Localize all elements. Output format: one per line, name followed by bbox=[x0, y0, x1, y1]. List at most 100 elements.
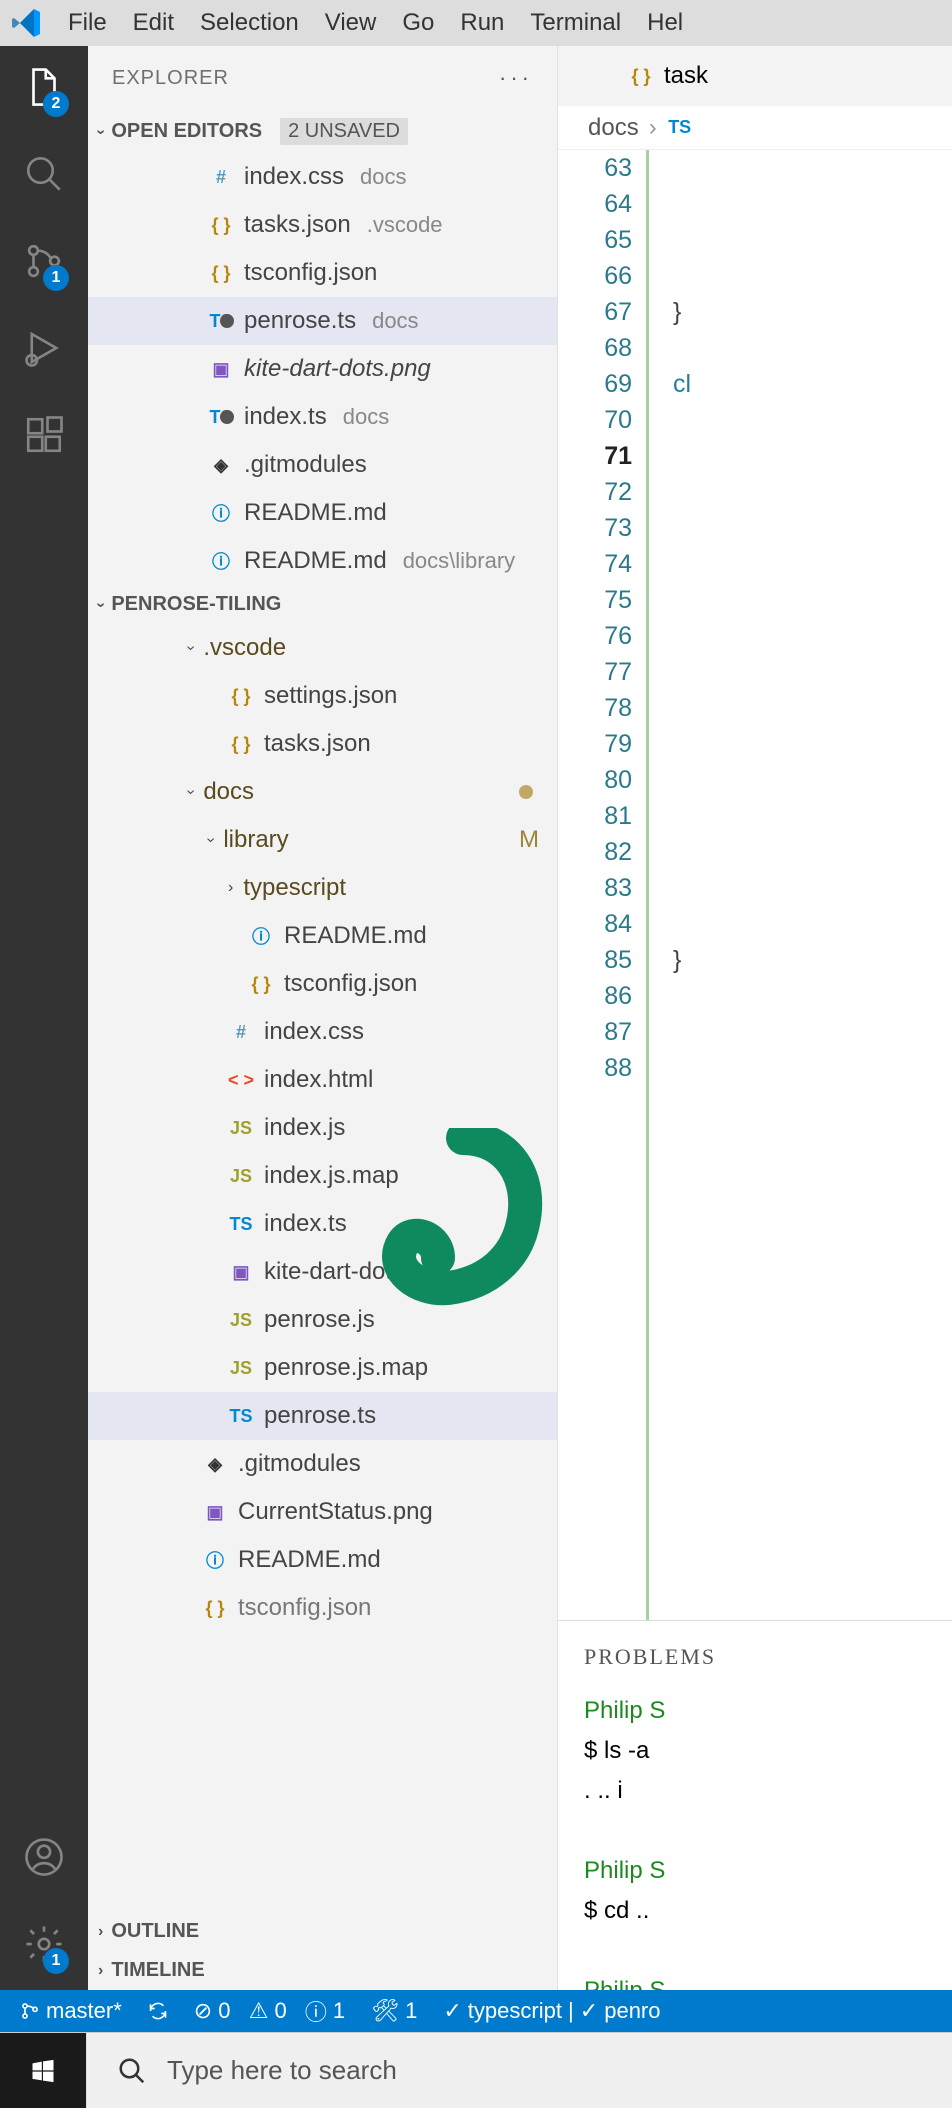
file-penrose.ts[interactable]: TSpenrose.ts bbox=[88, 1392, 557, 1440]
file-name: settings.json bbox=[264, 682, 397, 710]
status-language[interactable]: ✓ typescript | ✓ penro bbox=[443, 1998, 660, 2024]
file-path-suffix: .vscode bbox=[367, 212, 443, 238]
file-name: tsconfig.json bbox=[284, 970, 417, 998]
file-index.js[interactable]: JSindex.js bbox=[88, 1104, 557, 1152]
file-index.js.map[interactable]: JSindex.js.map bbox=[88, 1152, 557, 1200]
activity-bar: 2 1 1 bbox=[0, 46, 88, 1990]
chevron-down-icon: › bbox=[202, 837, 220, 842]
info-icon: ⓘ bbox=[202, 1547, 228, 1573]
open-editor-item[interactable]: ⓘREADME.md bbox=[88, 489, 557, 537]
file-tasks.json[interactable]: { }tasks.json bbox=[88, 720, 557, 768]
folder-.vscode[interactable]: ›.vscode bbox=[88, 624, 557, 672]
git-icon: ◈ bbox=[208, 455, 234, 476]
terminal-line: $ cd .. bbox=[584, 1891, 926, 1931]
file-CurrentStatus.png[interactable]: ▣CurrentStatus.png bbox=[88, 1488, 557, 1536]
menu-go[interactable]: Go bbox=[402, 9, 434, 37]
menu-selection[interactable]: Selection bbox=[200, 9, 299, 37]
ts-icon: TS bbox=[228, 1214, 254, 1235]
outline-header[interactable]: › OUTLINE bbox=[88, 1912, 557, 1951]
code-body[interactable]: } cl } bbox=[646, 150, 952, 1620]
menu-edit[interactable]: Edit bbox=[133, 9, 174, 37]
scm-badge: 1 bbox=[43, 265, 69, 291]
folder-library[interactable]: ›libraryM bbox=[88, 816, 557, 864]
open-editor-item[interactable]: { }tsconfig.json bbox=[88, 249, 557, 297]
file-name: README.md bbox=[244, 547, 387, 575]
status-sync[interactable] bbox=[148, 2001, 168, 2021]
breadcrumb-folder[interactable]: docs bbox=[588, 114, 639, 142]
file-index.css[interactable]: #index.css bbox=[88, 1008, 557, 1056]
file-name: kite-dart-dots.png bbox=[264, 1258, 451, 1286]
run-debug-icon[interactable] bbox=[23, 327, 65, 374]
menu-terminal[interactable]: Terminal bbox=[530, 9, 621, 37]
file-name: tasks.json bbox=[244, 211, 351, 239]
search-icon[interactable] bbox=[23, 153, 65, 200]
status-problems[interactable]: ⊘ 0 ⚠ 0 ⓘ 1 bbox=[194, 1995, 345, 2027]
menu-view[interactable]: View bbox=[325, 9, 377, 37]
info-icon: ⓘ bbox=[208, 548, 234, 574]
terminal-title[interactable]: PROBLEMS bbox=[584, 1637, 926, 1677]
file-path-suffix: docs bbox=[343, 404, 389, 430]
account-icon[interactable] bbox=[23, 1836, 65, 1883]
open-editor-item[interactable]: #index.cssdocs bbox=[88, 153, 557, 201]
menu-run[interactable]: Run bbox=[460, 9, 504, 37]
terminal-line bbox=[584, 1811, 926, 1851]
file-name: tsconfig.json bbox=[238, 1594, 371, 1622]
folder-docs[interactable]: ›docs bbox=[88, 768, 557, 816]
file-index.html[interactable]: < >index.html bbox=[88, 1056, 557, 1104]
file-tsconfig.json[interactable]: { }tsconfig.json bbox=[88, 960, 557, 1008]
line-gutter: 6364656667686970717273747576777879808182… bbox=[558, 150, 646, 1620]
explorer-sidebar: EXPLORER ··· › OPEN EDITORS 2 UNSAVED #i… bbox=[88, 46, 558, 1990]
file-kite-dart-dots.png[interactable]: ▣kite-dart-dots.png bbox=[88, 1248, 557, 1296]
dirty-dot-icon bbox=[220, 410, 234, 424]
file-name: README.md bbox=[244, 499, 387, 527]
status-branch[interactable]: master* bbox=[20, 1998, 122, 2024]
terminal-panel[interactable]: PROBLEMS Philip S$ ls -a. .. i Philip S$… bbox=[558, 1620, 952, 1990]
file-name: penrose.js bbox=[264, 1306, 375, 1334]
menu-file[interactable]: File bbox=[68, 9, 107, 37]
breadcrumb[interactable]: docs › TS bbox=[558, 106, 952, 150]
file-settings.json[interactable]: { }settings.json bbox=[88, 672, 557, 720]
file-name: README.md bbox=[238, 1546, 381, 1574]
file-README.md[interactable]: ⓘREADME.md bbox=[88, 912, 557, 960]
tab-label[interactable]: task bbox=[664, 62, 708, 90]
open-editor-item[interactable]: TSindex.tsdocs bbox=[88, 393, 557, 441]
open-editor-item[interactable]: TSpenrose.tsdocs bbox=[88, 297, 557, 345]
open-editors-header[interactable]: › OPEN EDITORS 2 UNSAVED bbox=[88, 110, 557, 153]
folder-name: .vscode bbox=[203, 634, 286, 662]
file-penrose.js.map[interactable]: JSpenrose.js.map bbox=[88, 1344, 557, 1392]
open-editor-item[interactable]: ◈.gitmodules bbox=[88, 441, 557, 489]
chevron-right-icon: › bbox=[649, 114, 657, 142]
json-icon: { } bbox=[628, 66, 654, 87]
chevron-down-icon: › bbox=[182, 645, 200, 650]
open-editor-item[interactable]: { }tasks.json.vscode bbox=[88, 201, 557, 249]
file-name: penrose.ts bbox=[244, 307, 356, 335]
status-tools[interactable]: 🛠 1 bbox=[371, 1998, 417, 2024]
timeline-header[interactable]: › TIMELINE bbox=[88, 1951, 557, 1990]
windows-start-button[interactable] bbox=[0, 2033, 86, 2108]
open-editor-item[interactable]: ▣ kite-dart-dots.png bbox=[88, 345, 557, 393]
json-icon: { } bbox=[228, 734, 254, 755]
folder-typescript[interactable]: ›typescript bbox=[88, 864, 557, 912]
js-icon: JS bbox=[228, 1118, 254, 1139]
file-tsconfig.json[interactable]: { }tsconfig.json bbox=[88, 1584, 557, 1632]
file-penrose.js[interactable]: JSpenrose.js bbox=[88, 1296, 557, 1344]
file-README.md[interactable]: ⓘ README.md bbox=[88, 1536, 557, 1584]
editor-tabs[interactable]: { } task bbox=[558, 46, 952, 106]
taskbar-search[interactable]: Type here to search bbox=[86, 2033, 952, 2108]
explorer-icon[interactable]: 2 bbox=[23, 66, 65, 113]
timeline-label: TIMELINE bbox=[111, 1959, 204, 1982]
extensions-icon[interactable] bbox=[23, 414, 65, 461]
file-index.ts[interactable]: TSindex.ts bbox=[88, 1200, 557, 1248]
explorer-more-icon[interactable]: ··· bbox=[499, 65, 533, 91]
img-icon: ▣ bbox=[208, 359, 234, 380]
file-name: README.md bbox=[284, 922, 427, 950]
file-name: kite-dart-dots.png bbox=[244, 355, 431, 383]
file-path-suffix: docs bbox=[360, 164, 406, 190]
file-.gitmodules[interactable]: ◈.gitmodules bbox=[88, 1440, 557, 1488]
file-name: .gitmodules bbox=[238, 1450, 361, 1478]
settings-icon[interactable]: 1 bbox=[23, 1923, 65, 1970]
source-control-icon[interactable]: 1 bbox=[23, 240, 65, 287]
project-header[interactable]: › PENROSE-TILING bbox=[88, 585, 557, 624]
open-editor-item[interactable]: ⓘREADME.mddocs\library bbox=[88, 537, 557, 585]
menu-help[interactable]: Hel bbox=[647, 9, 683, 37]
